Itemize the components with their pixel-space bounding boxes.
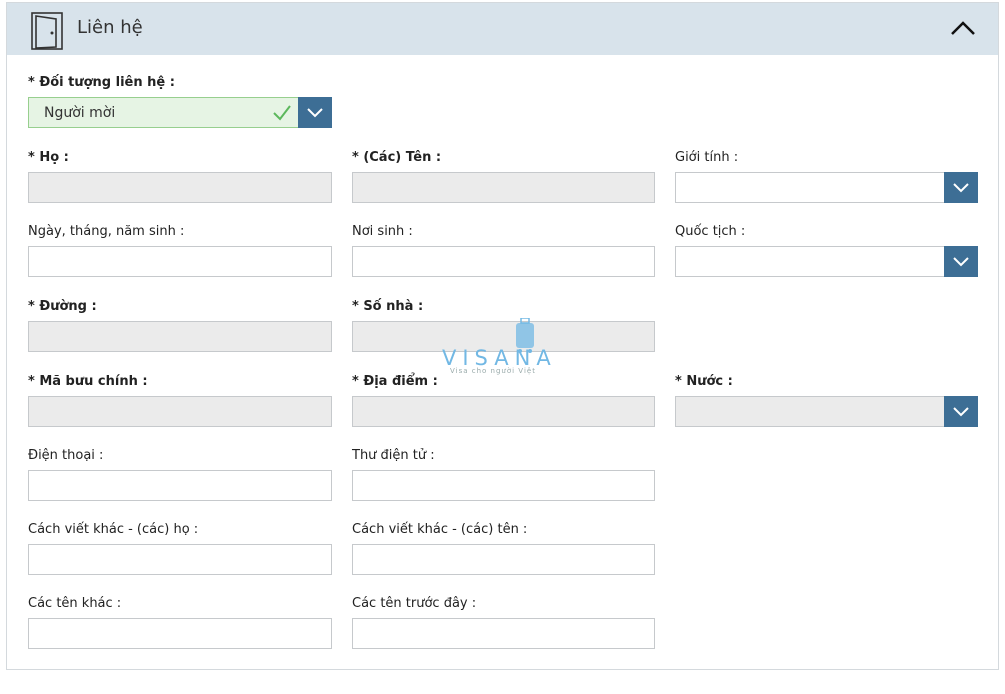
door-icon [31,12,63,50]
email-label: Thư điện tử : [352,448,435,463]
other-names-label: Các tên khác : [28,596,122,611]
chevron-up-icon[interactable] [949,17,977,39]
given-names-label: * (Các) Tên : [352,150,442,165]
contact-type-label: * Đối tượng liên hệ : [28,75,175,90]
panel-title: Liên hệ [77,17,143,38]
gender-label: Giới tính : [675,150,739,165]
alt-surname-label: Cách viết khác - (các) họ : [28,522,199,537]
previous-names-input[interactable] [352,618,655,649]
alt-surname-input[interactable] [28,544,332,575]
other-names-input[interactable] [28,618,332,649]
street-label: * Đường : [28,299,97,314]
gender-dropdown-button[interactable] [944,172,978,203]
chevron-down-icon [307,107,323,117]
chevron-down-icon [953,406,969,416]
checkmark-icon [273,105,291,121]
birth-date-label: Ngày, tháng, năm sinh : [28,224,185,239]
birth-date-input[interactable] [28,246,332,277]
postal-code-label: * Mã bưu chính : [28,374,148,389]
chevron-down-icon [953,182,969,192]
country-select[interactable] [675,396,978,427]
contact-type-select[interactable]: Người mời [28,97,332,128]
surname-label: * Họ : [28,150,69,165]
given-names-input[interactable] [352,172,655,203]
contact-type-value: Người mời [44,105,116,121]
gender-select[interactable] [675,172,978,203]
postal-code-input[interactable] [28,396,332,427]
surname-input[interactable] [28,172,332,203]
nationality-dropdown-button[interactable] [944,246,978,277]
nationality-label: Quốc tịch : [675,224,746,239]
watermark-tagline: Visa cho người Việt [450,367,536,375]
country-label: * Nước : [675,374,733,389]
email-input[interactable] [352,470,655,501]
locality-label: * Địa điểm : [352,374,438,389]
street-input[interactable] [28,321,332,352]
alt-given-names-input[interactable] [352,544,655,575]
chevron-down-icon [953,256,969,266]
nationality-select[interactable] [675,246,978,277]
locality-input[interactable] [352,396,655,427]
alt-given-names-label: Cách viết khác - (các) tên : [352,522,528,537]
panel-header[interactable]: Liên hệ [7,3,998,55]
country-dropdown-button[interactable] [944,396,978,427]
house-number-label: * Số nhà : [352,299,424,314]
birth-place-input[interactable] [352,246,655,277]
phone-input[interactable] [28,470,332,501]
birth-place-label: Nơi sinh : [352,224,413,239]
contact-type-dropdown-button[interactable] [298,97,332,128]
phone-label: Điện thoại : [28,448,104,463]
previous-names-label: Các tên trước đây : [352,596,477,611]
